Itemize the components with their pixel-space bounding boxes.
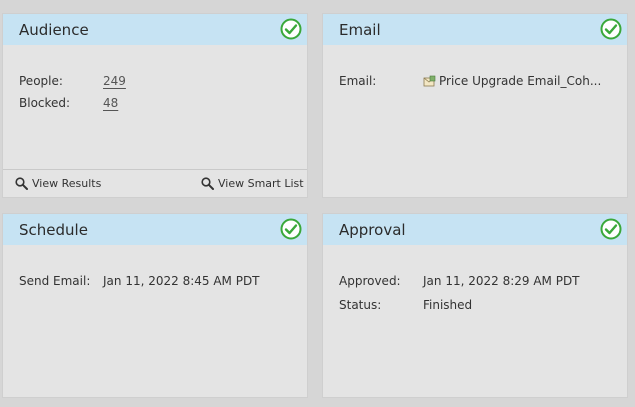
view-results-button[interactable]: View Results: [15, 177, 101, 190]
blocked-count-link[interactable]: 48: [103, 96, 118, 110]
check-circle-icon: [280, 18, 302, 40]
send-email-value: Jan 11, 2022 8:45 AM PDT: [103, 274, 260, 288]
status-value: Finished: [423, 298, 473, 312]
status-row: Status: Finished: [339, 294, 619, 316]
email-asset-name: Price Upgrade Email_Coh...: [439, 74, 602, 88]
send-email-row: Send Email: Jan 11, 2022 8:45 AM PDT: [19, 270, 299, 292]
email-label: Email:: [339, 74, 377, 88]
approval-card: Approval Approved: Jan 11, 2022 8:29 AM …: [323, 214, 627, 397]
approval-header: Approval: [323, 214, 627, 245]
email-rows: Email: Price Upgrade Email_Coh...: [339, 70, 619, 92]
search-icon: [201, 177, 214, 190]
approved-row: Approved: Jan 11, 2022 8:29 AM PDT: [339, 270, 619, 292]
audience-card: Audience People: 249 Blocked: 48 View Re…: [3, 14, 307, 197]
check-circle-icon: [600, 218, 622, 240]
audience-header: Audience: [3, 14, 307, 45]
audience-title: Audience: [19, 20, 89, 39]
approved-label: Approved:: [339, 274, 401, 288]
blocked-row: Blocked: 48: [19, 92, 299, 114]
schedule-rows: Send Email: Jan 11, 2022 8:45 AM PDT: [19, 270, 299, 292]
email-document-icon: [423, 75, 436, 86]
approved-value: Jan 11, 2022 8:29 AM PDT: [423, 274, 580, 288]
send-email-label: Send Email:: [19, 274, 91, 288]
schedule-title: Schedule: [19, 220, 88, 239]
email-header: Email: [323, 14, 627, 45]
blocked-label: Blocked:: [19, 96, 71, 110]
people-label: People:: [19, 74, 63, 88]
search-icon: [15, 177, 28, 190]
check-circle-icon: [280, 218, 302, 240]
status-label: Status:: [339, 298, 382, 312]
schedule-header: Schedule: [3, 214, 307, 245]
schedule-card: Schedule Send Email: Jan 11, 2022 8:45 A…: [3, 214, 307, 397]
people-row: People: 249: [19, 70, 299, 92]
email-asset-link[interactable]: Price Upgrade Email_Coh...: [423, 74, 601, 88]
email-row: Email: Price Upgrade Email_Coh...: [339, 70, 619, 92]
email-card: Email Email: Price Upgrade Email_Coh...: [323, 14, 627, 197]
check-circle-icon: [600, 18, 622, 40]
audience-footer: View Results View Smart List: [3, 169, 307, 197]
approval-title: Approval: [339, 220, 406, 239]
approval-rows: Approved: Jan 11, 2022 8:29 AM PDT Statu…: [339, 270, 619, 316]
audience-rows: People: 249 Blocked: 48: [19, 70, 299, 114]
view-results-label: View Results: [32, 177, 102, 190]
view-smart-list-button[interactable]: View Smart List: [201, 177, 304, 190]
people-count-link[interactable]: 249: [103, 74, 126, 88]
view-smart-list-label: View Smart List: [218, 177, 304, 190]
email-title: Email: [339, 20, 381, 39]
